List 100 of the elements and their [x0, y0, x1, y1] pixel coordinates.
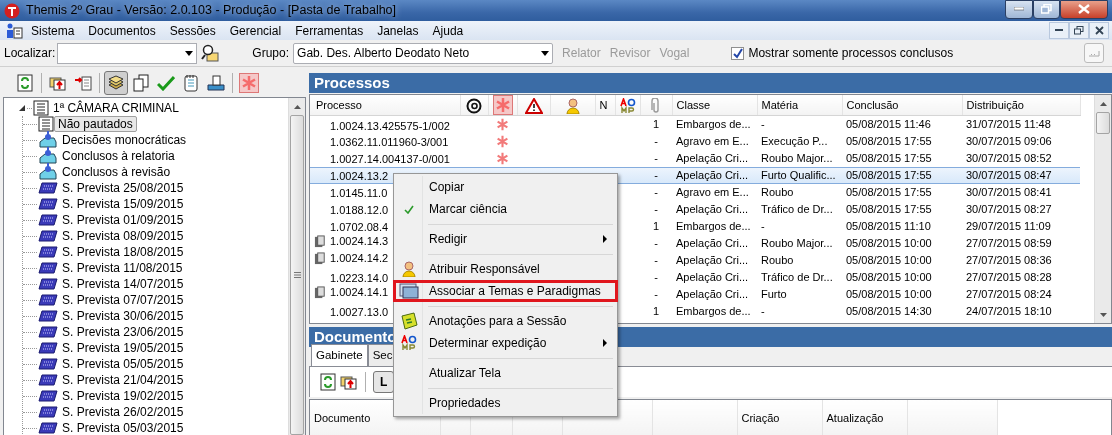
- table-cell: 05/08/2015 10:00: [846, 287, 932, 300]
- checkbox[interactable]: [731, 46, 745, 60]
- tree-item[interactable]: S. Prevista 05/05/2015: [58, 356, 188, 372]
- table-cell: 27/07/2015 08:28: [966, 270, 1052, 283]
- process-number[interactable]: 1.0362.11.011960-3/001: [330, 136, 449, 150]
- window-title: Themis 2º Grau - Versão: 2.0.103 - Produção - [Pasta de Trabalho]: [26, 2, 397, 20]
- app-menu-icon[interactable]: [6, 22, 24, 39]
- menu-item[interactable]: Marcar ciência: [396, 198, 615, 220]
- table-cell: 30/07/2015 08:27: [966, 202, 1052, 215]
- menu-item[interactable]: Sessões: [162, 21, 223, 40]
- menu-item[interactable]: Atribuir Responsável: [396, 258, 615, 280]
- table-cell: 27/07/2015 08:36: [966, 253, 1052, 266]
- column-header[interactable]: Classe: [672, 95, 757, 116]
- table-cell: Execução P...: [761, 134, 828, 147]
- table-cell: Apelação Cri...: [676, 253, 749, 266]
- tree-item[interactable]: Não pautados: [54, 116, 137, 132]
- column-header[interactable]: Processo: [310, 95, 460, 116]
- note-icon: [400, 312, 418, 330]
- restore-button[interactable]: [1033, 0, 1060, 19]
- calendar-icon: [38, 342, 58, 354]
- menu-item[interactable]: Documentos: [81, 21, 163, 40]
- refresh-icon: [17, 74, 33, 92]
- checkmark-icon: [732, 47, 744, 59]
- tree-item[interactable]: S. Prevista 14/07/2015: [58, 276, 188, 292]
- column-header[interactable]: Documento: [314, 412, 371, 425]
- calendar-icon: [38, 390, 58, 402]
- toolbar-button[interactable]: [104, 71, 128, 95]
- table-cell: 05/08/2015 10:00: [846, 236, 932, 249]
- menu-item[interactable]: Propriedades: [396, 392, 615, 414]
- tree-item[interactable]: Conclusos à relatoria: [58, 148, 179, 164]
- scrollbar[interactable]: [1094, 95, 1111, 323]
- menu-item[interactable]: Associar a Temas e Paradigmas: [393, 280, 618, 302]
- process-number[interactable]: 1.0024.14.2: [330, 252, 389, 265]
- column-header[interactable]: Conclusão: [842, 95, 962, 116]
- column-header[interactable]: N: [595, 95, 615, 116]
- scrollbar[interactable]: [288, 98, 305, 435]
- menu-item[interactable]: Ajuda: [425, 21, 471, 40]
- tree-item[interactable]: S. Prevista 30/06/2015: [58, 308, 188, 324]
- tree-item[interactable]: S. Prevista 19/05/2015: [58, 340, 188, 356]
- tree-item[interactable]: S. Prevista 23/06/2015: [58, 324, 188, 340]
- table-cell: 05/08/2015 10:00: [846, 253, 932, 266]
- table-cell: 30/07/2015 08:47: [966, 168, 1052, 181]
- table-cell: Furto: [761, 287, 787, 300]
- tree-item[interactable]: S. Prevista 21/04/2015: [58, 372, 188, 388]
- table-cell: 05/08/2015 10:00: [846, 270, 932, 283]
- calendar-icon: [38, 326, 58, 338]
- list-icon: [38, 116, 54, 132]
- scroll-up-icon: [293, 104, 301, 109]
- paperclip-icon: [651, 97, 661, 114]
- close-icon: [1094, 26, 1104, 35]
- tree-item[interactable]: S. Prevista 19/02/2015: [58, 388, 188, 404]
- table-cell: 1: [652, 304, 660, 317]
- tree-item[interactable]: S. Prevista 07/07/2015: [58, 292, 188, 308]
- process-number[interactable]: 1.0027.14.004137-0/001: [330, 153, 450, 167]
- tree-item[interactable]: S. Prevista 26/02/2015: [58, 404, 188, 420]
- minimize-button[interactable]: [1005, 0, 1033, 19]
- tree-item[interactable]: S. Prevista 05/03/2015: [58, 420, 188, 435]
- tree-item[interactable]: S. Prevista 18/08/2015: [58, 244, 188, 260]
- warning-icon: [524, 97, 543, 114]
- scrollbar-thumb[interactable]: [1096, 112, 1110, 134]
- process-number[interactable]: 1.0027.13.0: [330, 306, 389, 320]
- group-dropdown[interactable]: Gab. Des. Alberto Deodato Neto: [293, 42, 554, 64]
- tree-root-label[interactable]: 1ª CÂMARA CRIMINAL: [49, 100, 183, 116]
- tree-item[interactable]: S. Prevista 25/08/2015: [58, 180, 188, 196]
- menu-item[interactable]: Ferramentas: [288, 21, 371, 40]
- search-field[interactable]: [57, 42, 198, 64]
- menu-item[interactable]: Redigir: [396, 228, 615, 250]
- table-cell: -: [761, 304, 765, 317]
- menu-item[interactable]: Copiar: [396, 176, 615, 198]
- menu-item[interactable]: Atualizar Tela: [396, 362, 615, 384]
- column-header[interactable]: Criação: [741, 412, 780, 425]
- tree-item[interactable]: Conclusos à revisão: [58, 164, 175, 180]
- menu-item[interactable]: Janelas: [370, 21, 426, 40]
- expand-arrow-icon[interactable]: [18, 104, 26, 112]
- table-cell: Furto Qualific...: [761, 168, 836, 181]
- close-button[interactable]: [1060, 0, 1108, 19]
- tree-item[interactable]: Decisões monocráticas: [58, 132, 191, 148]
- upload-folder-icon: [49, 75, 67, 91]
- process-number[interactable]: 1.0702.08.4: [330, 221, 389, 235]
- column-header[interactable]: Matéria: [757, 95, 842, 116]
- tree-item[interactable]: S. Prevista 11/08/2015: [58, 260, 187, 276]
- process-number[interactable]: 1.0145.11.0: [330, 187, 388, 201]
- column-header[interactable]: Distribuição: [962, 95, 1080, 116]
- process-number[interactable]: 1.0024.14.3: [330, 235, 389, 248]
- process-number[interactable]: 1.0024.14.1: [330, 286, 389, 299]
- tab[interactable]: Gabinete: [311, 343, 368, 366]
- table-cell: -: [654, 134, 658, 147]
- tree-item[interactable]: S. Prevista 01/09/2015: [58, 212, 188, 228]
- table-cell: Apelação Cri...: [676, 270, 749, 283]
- table-cell: 1: [652, 219, 660, 232]
- menu-item[interactable]: Sistema: [24, 21, 82, 40]
- table-cell: 27/07/2015 08:59: [966, 236, 1052, 249]
- process-number[interactable]: 1.0188.12.0: [330, 204, 389, 218]
- toolbar-button[interactable]: L: [373, 371, 395, 393]
- tree-item[interactable]: S. Prevista 15/09/2015: [58, 196, 188, 212]
- notepad-icon: [184, 74, 198, 92]
- tree-item[interactable]: S. Prevista 08/09/2015: [58, 228, 188, 244]
- process-number[interactable]: 1.0223.14.0: [330, 272, 389, 286]
- menu-item[interactable]: Gerencial: [222, 21, 289, 40]
- process-number[interactable]: 1.0024.13.425575-1/002: [330, 119, 450, 133]
